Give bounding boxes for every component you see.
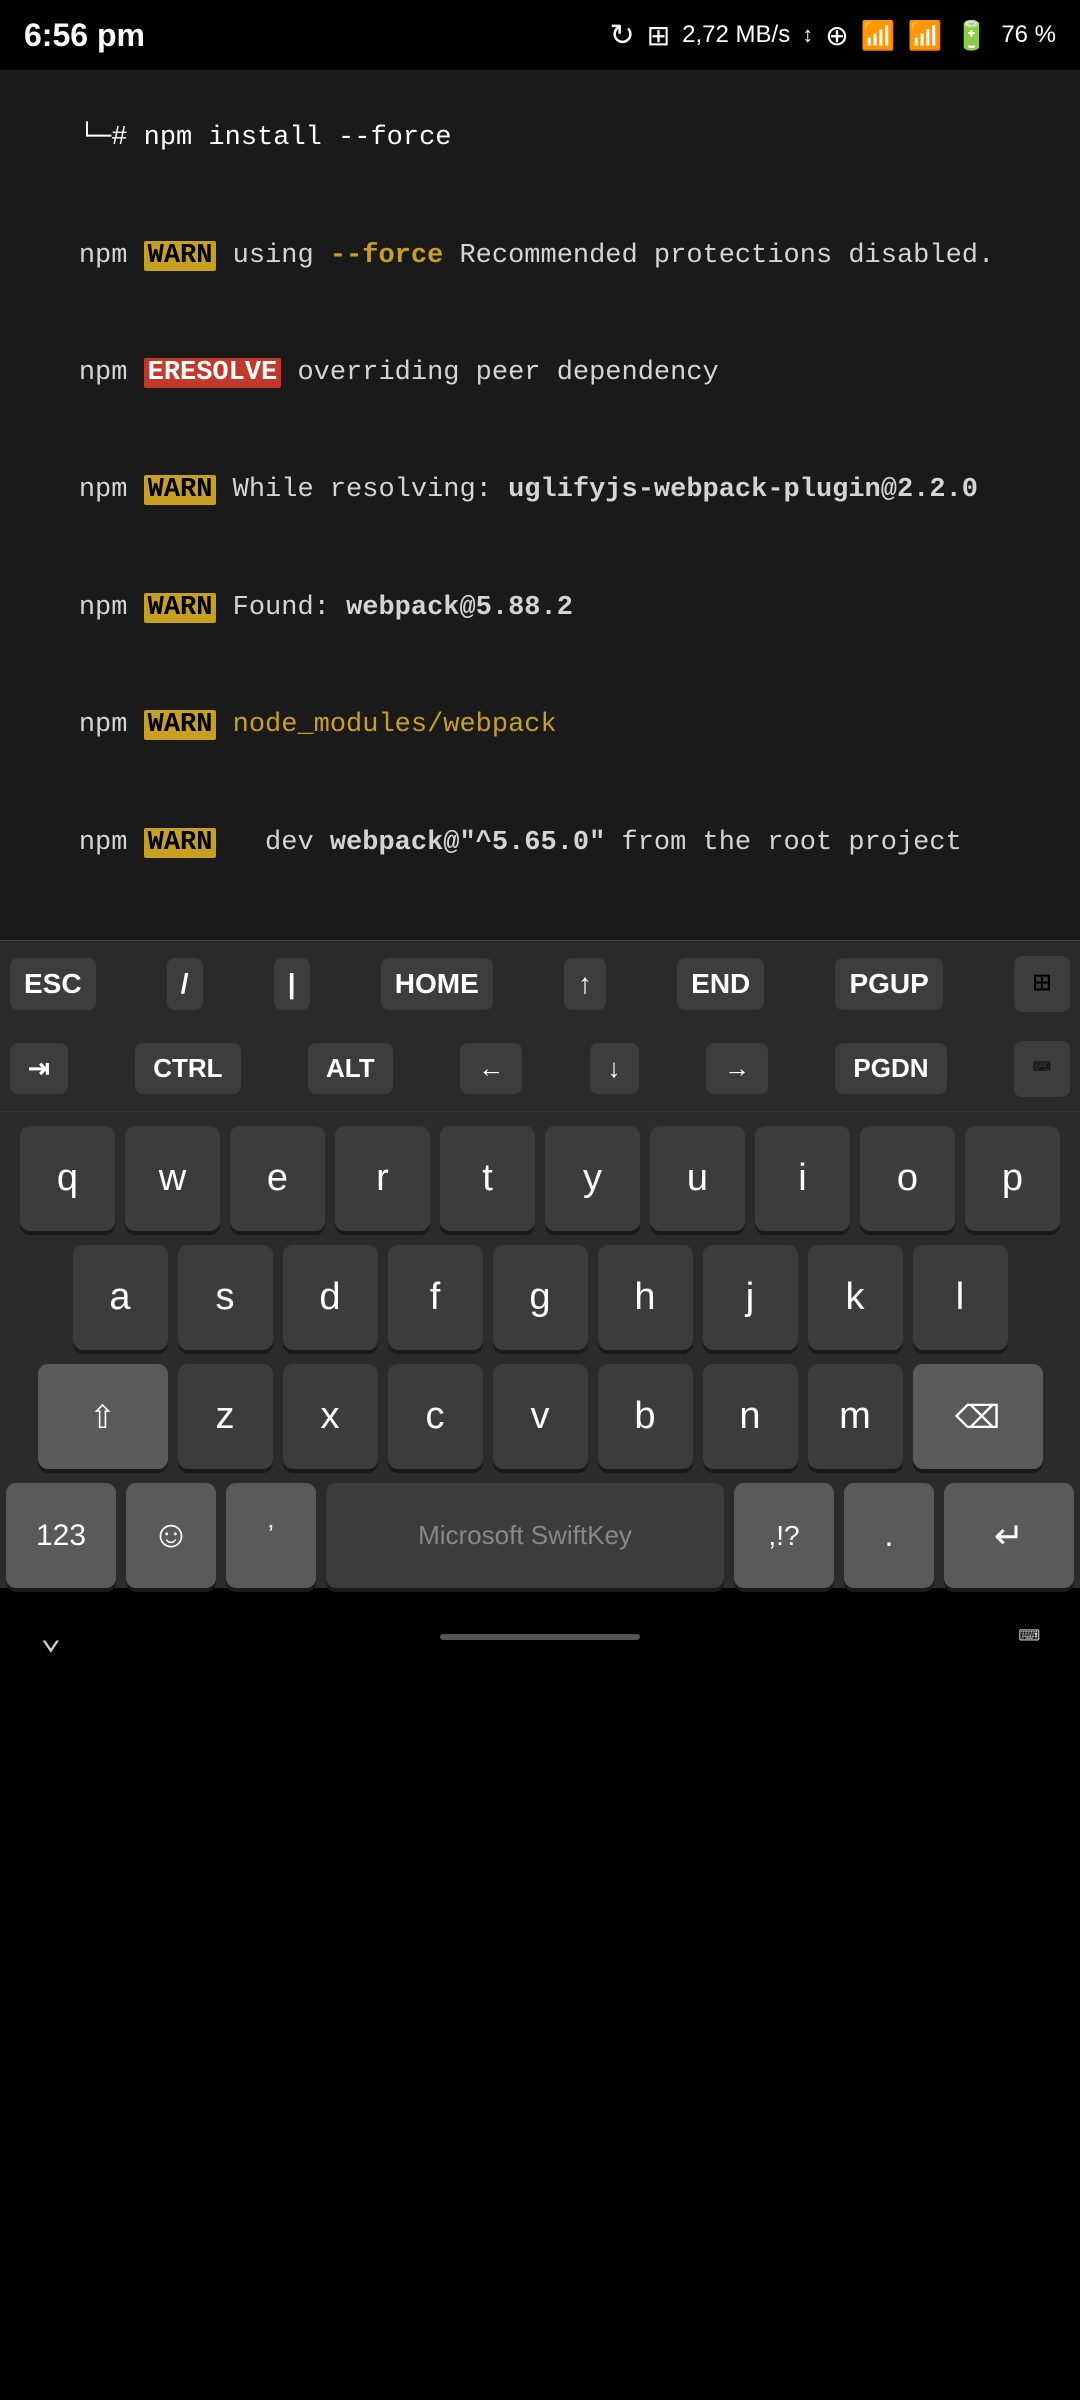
key-a[interactable]: a (73, 1245, 168, 1350)
keyboard-settings-icon[interactable]: ⌨ (1018, 1616, 1040, 1659)
key-f[interactable]: f (388, 1245, 483, 1350)
key-n[interactable]: n (703, 1364, 798, 1469)
terminal-line: npm WARN dev webpack@"^5.65.0" from the … (14, 785, 1066, 902)
key-m[interactable]: m (808, 1364, 903, 1469)
eresolve-badge: ERESOLVE (144, 358, 282, 388)
grid-icon[interactable]: ⊞ (1014, 956, 1070, 1012)
numbers-key[interactable]: 123 (6, 1483, 116, 1588)
warn-badge: WARN (144, 241, 217, 271)
signal-icon: 📶 (908, 19, 943, 52)
battery-level: 76 % (1001, 21, 1056, 49)
special-chars-key[interactable]: ,!? (734, 1483, 834, 1588)
backspace-key[interactable]: ⌫ (913, 1364, 1043, 1469)
special-keys-row: ESC / | HOME ↑ END PGUP ⊞ (0, 940, 1080, 1026)
pipe-key[interactable]: | (274, 958, 310, 1010)
terminal-line: npm WARN using --force Recommended prote… (14, 197, 1066, 314)
key-l[interactable]: l (913, 1245, 1008, 1350)
key-i[interactable]: i (755, 1126, 850, 1231)
tab-key[interactable]: ⇥ (10, 1043, 68, 1094)
key-b[interactable]: b (598, 1364, 693, 1469)
network-arrow-icon: ↕ (802, 22, 813, 48)
key-s[interactable]: s (178, 1245, 273, 1350)
prompt-symbol: └─# npm install --force (79, 123, 452, 153)
key-v[interactable]: v (493, 1364, 588, 1469)
battery-icon: 🔋 (954, 19, 989, 52)
keyboard: q w e r t y u i o p a s d f g h j k l ⇧ … (0, 1112, 1080, 1588)
status-bar: 6:56 pm ↻ ⊞ 2,72 MB/s ↕ ⊕ 📶 📶 🔋 76 % (0, 0, 1080, 70)
gps-icon: ⊕ (825, 19, 848, 52)
keyboard-row-2: a s d f g h j k l (6, 1245, 1074, 1350)
esc-key[interactable]: ESC (10, 958, 96, 1010)
refresh-icon: ↻ (610, 18, 635, 53)
terminal-icon: ⊞ (647, 19, 670, 52)
space-key[interactable]: Microsoft SwiftKey (326, 1483, 724, 1588)
slash-key[interactable]: / (167, 958, 203, 1010)
key-e[interactable]: e (230, 1126, 325, 1231)
modifier-keys-row: ⇥ CTRL ALT ← ↓ → PGDN ⌨ (0, 1026, 1080, 1112)
key-q[interactable]: q (20, 1126, 115, 1231)
keyboard-row-4: 123 ☺ ʼ Microsoft SwiftKey ,!? . ↵ (6, 1483, 1074, 1588)
network-speed: 2,72 MB/s (682, 21, 790, 49)
shift-key[interactable]: ⇧ (38, 1364, 168, 1469)
period-key[interactable]: . (844, 1483, 934, 1588)
nav-indicator (440, 1634, 640, 1640)
home-key[interactable]: HOME (381, 958, 493, 1010)
terminal-line: npm WARN Found: webpack@5.88.2 (14, 550, 1066, 667)
up-arrow-key[interactable]: ↑ (564, 958, 606, 1010)
terminal-line: npm ERESOLVE overriding peer dependency (14, 315, 1066, 432)
key-k[interactable]: k (808, 1245, 903, 1350)
chevron-down-icon[interactable]: ⌄ (40, 1616, 62, 1659)
right-arrow-key[interactable]: → (706, 1043, 768, 1094)
key-c[interactable]: c (388, 1364, 483, 1469)
down-arrow-key[interactable]: ↓ (590, 1043, 639, 1094)
alt-key[interactable]: ALT (308, 1043, 393, 1094)
key-r[interactable]: r (335, 1126, 430, 1231)
key-d[interactable]: d (283, 1245, 378, 1350)
wifi-icon: 📶 (861, 19, 896, 52)
emoji-key[interactable]: ☺ (126, 1483, 216, 1588)
terminal-line: └─# npm install --force (14, 80, 1066, 197)
key-o[interactable]: o (860, 1126, 955, 1231)
terminal-line: npm WARN node_modules/webpack (14, 667, 1066, 784)
key-h[interactable]: h (598, 1245, 693, 1350)
status-time: 6:56 pm (24, 17, 145, 54)
keyboard-row-3: ⇧ z x c v b n m ⌫ (6, 1364, 1074, 1469)
key-g[interactable]: g (493, 1245, 588, 1350)
enter-key[interactable]: ↵ (944, 1483, 1074, 1588)
bottom-bar: ⌄ ⌨ (0, 1602, 1080, 1672)
key-j[interactable]: j (703, 1245, 798, 1350)
terminal-output[interactable]: └─# npm install --force npm WARN using -… (0, 70, 1080, 940)
keyboard-row-1: q w e r t y u i o p (6, 1126, 1074, 1231)
comma-key[interactable]: ʼ (226, 1483, 316, 1588)
end-key[interactable]: END (677, 958, 764, 1010)
key-u[interactable]: u (650, 1126, 745, 1231)
terminal-line: npm WARN 15 more (@types/webpack, babel-… (14, 902, 1066, 940)
pgdn-key[interactable]: PGDN (835, 1043, 946, 1094)
pgup-key[interactable]: PGUP (835, 958, 942, 1010)
keyboard-layout-icon[interactable]: ⌨ (1014, 1041, 1070, 1097)
key-y[interactable]: y (545, 1126, 640, 1231)
terminal-line: npm WARN While resolving: uglifyjs-webpa… (14, 432, 1066, 549)
key-t[interactable]: t (440, 1126, 535, 1231)
status-icons: ↻ ⊞ 2,72 MB/s ↕ ⊕ 📶 📶 🔋 76 % (610, 18, 1056, 53)
left-arrow-key[interactable]: ← (460, 1043, 522, 1094)
ctrl-key[interactable]: CTRL (135, 1043, 240, 1094)
key-w[interactable]: w (125, 1126, 220, 1231)
key-p[interactable]: p (965, 1126, 1060, 1231)
key-x[interactable]: x (283, 1364, 378, 1469)
key-z[interactable]: z (178, 1364, 273, 1469)
